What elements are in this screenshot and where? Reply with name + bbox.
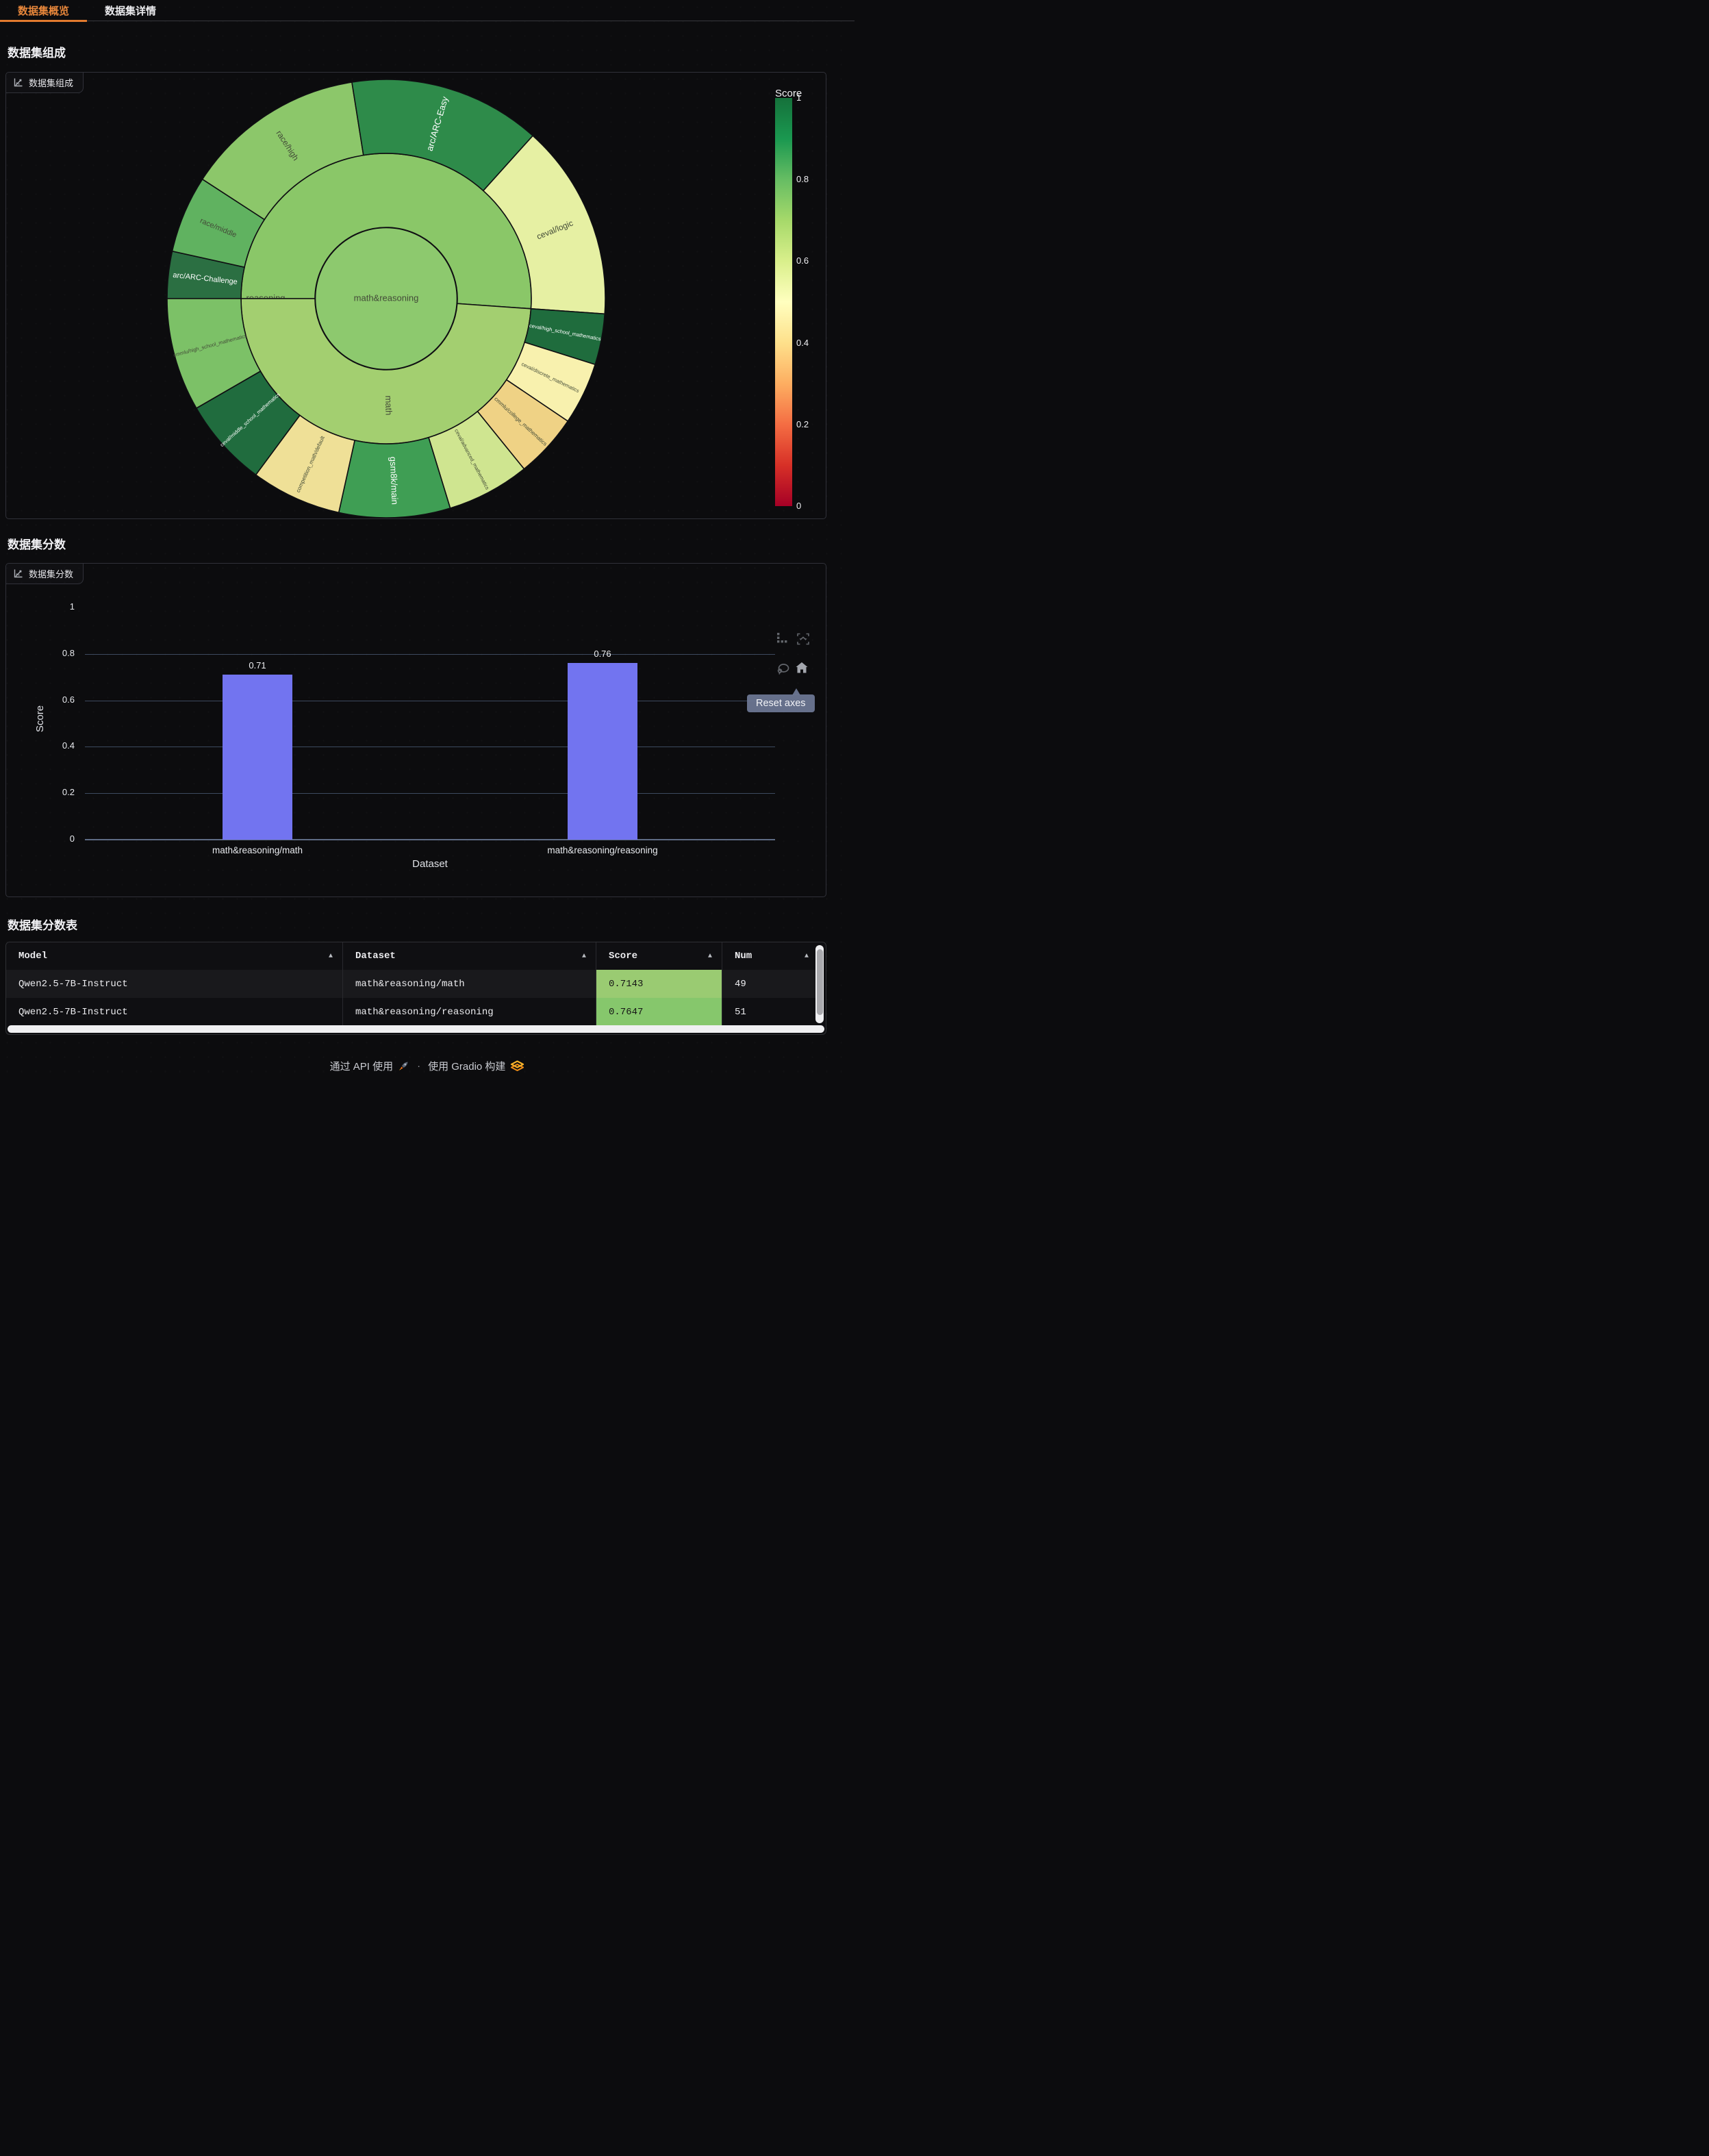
footer-built-with-gradio-link[interactable]: 使用 Gradio 构建 [428, 1059, 505, 1073]
x-axis-title: Dataset [6, 858, 854, 870]
colorbar-tick: 0.4 [796, 338, 809, 348]
dataset-cell: math&reasoning/reasoning [343, 998, 596, 1026]
x-axis-line [85, 839, 775, 840]
bar-value-label: 0.71 [249, 660, 266, 670]
dataset-cell: math&reasoning/math [343, 970, 596, 998]
x-tick-label: math&reasoning/math [212, 845, 303, 855]
header-label: Dataset [355, 951, 396, 962]
score-cell: 0.7647 [596, 998, 722, 1026]
table-header-model[interactable]: Model ▲ [6, 942, 343, 970]
footer-use-api-link[interactable]: 通过 API 使用 [330, 1059, 394, 1073]
sunburst-chart[interactable]: math&reasoningreasoningmatharc/ARC-Chall… [6, 73, 766, 519]
colorbar-tick: 0 [796, 501, 801, 511]
footer: 通过 API 使用 · 使用 Gradio 构建 [0, 1059, 854, 1073]
tab-bar: 数据集概览 数据集详情 [0, 0, 854, 21]
sort-ascending-icon[interactable]: ▲ [582, 953, 586, 960]
table-header-dataset[interactable]: Dataset ▲ [343, 942, 596, 970]
toggle-spikelines-icon[interactable] [776, 632, 790, 646]
show-closest-on-hover-icon[interactable] [776, 662, 790, 676]
autoscale-icon[interactable] [796, 632, 810, 646]
y-tick-label: 0.2 [34, 787, 75, 797]
model-cell: Qwen2.5-7B-Instruct [6, 970, 343, 998]
sunburst-label: gsm8k/main [388, 456, 401, 505]
y-tick-label: 1 [34, 601, 75, 612]
tab-dataset-overview[interactable]: 数据集概览 [0, 0, 87, 21]
x-tick-label: math&reasoning/reasoning [547, 845, 657, 855]
reset-axes-home-icon[interactable] [795, 661, 809, 675]
y-axis-title: Score [34, 705, 46, 732]
sort-ascending-icon[interactable]: ▲ [805, 953, 809, 960]
table-row[interactable]: Qwen2.5-7B-Instructmath&reasoning/math0.… [6, 970, 818, 998]
bar-math&reasoning/math[interactable] [223, 675, 292, 840]
section-title-scores: 数据集分数 [8, 535, 66, 552]
colorbar-tick: 0.8 [796, 174, 809, 184]
table-header-row: Model ▲ Dataset ▲ Score ▲ Num ▲ [6, 942, 818, 970]
colorbar-tick: 0.6 [796, 255, 809, 266]
bar-chart[interactable]: 0 0.2 0.4 0.6 0.8 1 0.71 math&reasoning/math 0.7… [6, 564, 826, 897]
scores-panel: 数据集分数 00.20.40.60.810.71math&reasoning/m… [5, 563, 826, 897]
table-header-score[interactable]: Score ▲ [596, 942, 722, 970]
section-title-score-table: 数据集分数表 [8, 916, 77, 933]
y-tick-label: 0.4 [34, 740, 75, 751]
num-cell: 49 [722, 970, 818, 998]
tab-dataset-detail[interactable]: 数据集详情 [87, 0, 174, 21]
reset-axes-tooltip: Reset axes [747, 694, 815, 712]
gridline [85, 793, 775, 794]
y-tick-label: 0.6 [34, 694, 75, 705]
bar-value-label: 0.76 [594, 649, 611, 659]
composition-panel: 数据集组成 math&reasoningreasoningmatharc/ARC… [5, 72, 826, 519]
num-cell: 51 [722, 998, 818, 1026]
rocket-icon [398, 1060, 409, 1072]
colorbar-tick: 0.2 [796, 419, 809, 429]
gradio-logo-icon [510, 1060, 524, 1072]
table-vertical-scrollbar[interactable] [815, 945, 824, 1023]
model-cell: Qwen2.5-7B-Instruct [6, 998, 343, 1026]
score-cell: 0.7143 [596, 970, 722, 998]
sunburst-label: math&reasoning [354, 292, 419, 303]
y-tick-label: 0.8 [34, 648, 75, 658]
bar-math&reasoning/reasoning[interactable] [568, 663, 637, 840]
y-tick-label: 0 [34, 833, 75, 844]
table-horizontal-scrollbar[interactable] [8, 1025, 824, 1033]
header-label: Score [609, 951, 637, 962]
sort-ascending-icon[interactable]: ▲ [708, 953, 712, 960]
table-vertical-scrollbar-thumb[interactable] [817, 949, 823, 1015]
score-colorbar [775, 98, 792, 506]
header-label: Model [18, 951, 47, 962]
gridline [85, 654, 775, 655]
table-header-num[interactable]: Num ▲ [722, 942, 818, 970]
sort-ascending-icon[interactable]: ▲ [329, 953, 333, 960]
header-label: Num [735, 951, 752, 962]
footer-separator: · [414, 1060, 423, 1072]
section-title-composition: 数据集组成 [8, 43, 66, 60]
score-table: Model ▲ Dataset ▲ Score ▲ Num ▲ Qwen2.5-7B-Instr… [5, 942, 826, 1035]
sunburst-label: math [383, 395, 394, 415]
score-table-body: Model ▲ Dataset ▲ Score ▲ Num ▲ Qwen2.5-7B-Instr… [6, 942, 826, 1026]
table-row[interactable]: Qwen2.5-7B-Instructmath&reasoning/reason… [6, 998, 818, 1026]
colorbar-tick: 1 [796, 92, 801, 103]
